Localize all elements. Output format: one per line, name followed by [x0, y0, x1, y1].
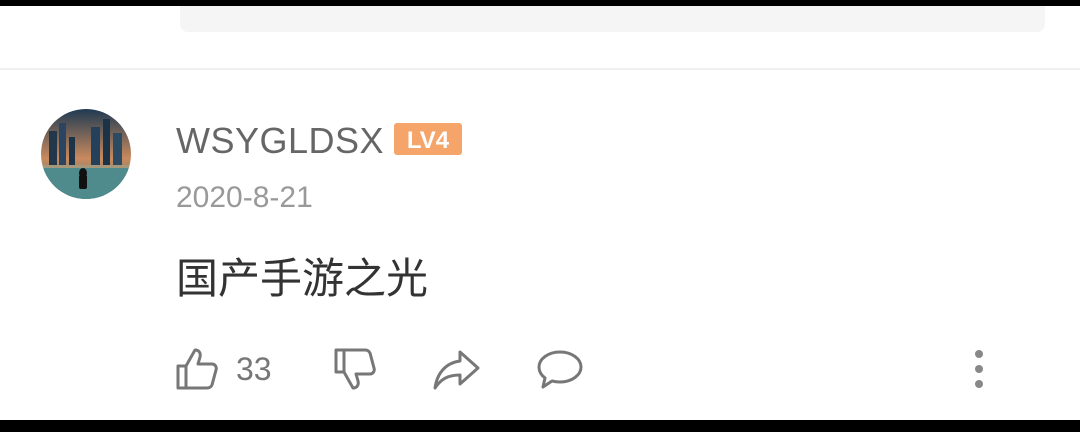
- vertical-ellipsis-icon: [975, 350, 983, 388]
- speech-bubble-icon: [537, 350, 583, 389]
- dislike-button[interactable]: [332, 344, 378, 394]
- thumbs-down-icon: [334, 348, 376, 390]
- share-button[interactable]: [432, 344, 482, 394]
- divider: [0, 68, 1080, 70]
- username[interactable]: WSYGLDSX: [176, 120, 384, 162]
- bottom-bezel: [0, 420, 1080, 432]
- reply-button[interactable]: [535, 344, 585, 394]
- comment-screen: WSYGLDSX LV4 2020-8-21 国产手游之光 33: [0, 6, 1080, 420]
- level-badge-icon: LV4: [394, 123, 462, 155]
- like-button[interactable]: 33: [174, 344, 272, 394]
- thumbs-up-icon: [176, 348, 218, 390]
- avatar-image: [41, 109, 131, 199]
- share-arrow-icon: [433, 350, 480, 390]
- comment-date: 2020-8-21: [176, 181, 313, 214]
- comment-text: 国产手游之光: [176, 254, 429, 303]
- level-badge-label: LV4: [407, 127, 450, 154]
- more-options-button[interactable]: [966, 344, 992, 394]
- previous-reply-box: [180, 6, 1045, 32]
- avatar[interactable]: [41, 109, 131, 199]
- like-count: 33: [236, 350, 272, 387]
